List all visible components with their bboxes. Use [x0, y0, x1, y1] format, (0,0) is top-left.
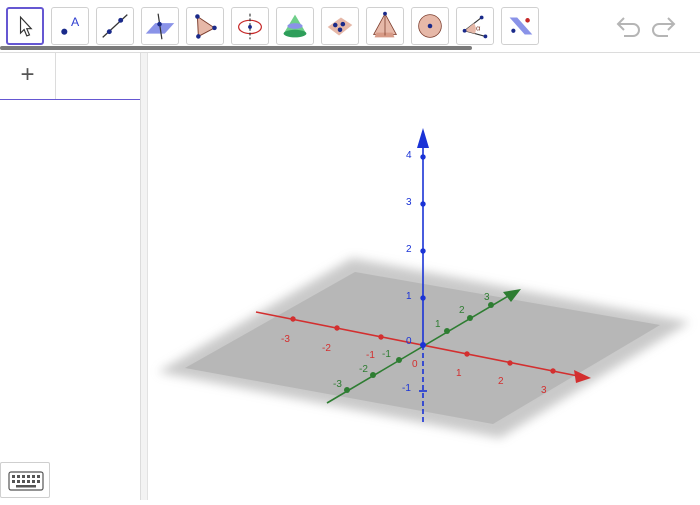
z-tick-label: 1 [406, 291, 412, 302]
y-tick-label: 3 [484, 292, 490, 303]
move-tool-icon [19, 15, 33, 37]
z-tick-label: 4 [406, 150, 412, 161]
reflect-tool-icon [509, 17, 533, 35]
y-tick-label: 2 [459, 305, 465, 316]
z-tick-label: 0 [406, 336, 412, 347]
graphics-3d-canvas: -3 -2 -1 0 1 2 3 -3 -2 -1 1 2 3 -1 0 1 2… [158, 128, 690, 438]
sphere-tool-button[interactable] [411, 7, 449, 45]
x-tick-label: 2 [498, 376, 504, 387]
x-tick-label: -2 [322, 343, 331, 354]
circle-axis-tool-button[interactable] [231, 7, 269, 45]
x-tick-label: 0 [412, 359, 418, 370]
point-tool-button[interactable]: A [51, 7, 89, 45]
cone-tool-icon [283, 14, 307, 38]
sphere-tool-icon [418, 14, 442, 38]
plane-through-points-tool-icon [327, 17, 353, 36]
keyboard-icon [8, 471, 44, 491]
toolbar-scrollbar[interactable] [0, 46, 472, 50]
keyboard-toggle-button[interactable] [0, 462, 50, 498]
svg-text:α: α [476, 24, 481, 33]
line-tool-icon [102, 14, 128, 38]
algebra-input-row[interactable]: + [0, 53, 140, 100]
z-tick-label: -1 [402, 383, 411, 394]
x-tick-label: 3 [541, 385, 547, 396]
svg-text:A: A [71, 15, 80, 29]
z-axis-arrow [417, 128, 429, 148]
y-tick-label: -1 [382, 349, 391, 360]
angle-tool-icon: α [462, 15, 488, 39]
circle-axis-tool-icon [238, 13, 262, 40]
angle-tool-button[interactable]: α [456, 7, 494, 45]
cone-tool-button[interactable] [276, 7, 314, 45]
origin-point [420, 342, 426, 348]
x-tick-label: -1 [366, 350, 375, 361]
z-tick-label: 2 [406, 244, 412, 255]
undo-icon[interactable] [614, 12, 644, 38]
y-tick-label: -3 [333, 379, 342, 390]
graphics-3d-view[interactable]: -3 -2 -1 0 1 2 3 -3 -2 -1 1 2 3 -1 0 1 2… [148, 53, 700, 500]
y-tick-label: -2 [359, 364, 368, 375]
plane-through-points-tool-button[interactable] [321, 7, 359, 45]
z-tick-label: 3 [406, 197, 412, 208]
pyramid-tool-icon [372, 11, 398, 38]
point-tool-icon: A [61, 15, 80, 35]
toolbar: A α [0, 0, 700, 53]
redo-icon[interactable] [648, 12, 678, 38]
move-tool-button[interactable] [6, 7, 44, 45]
add-item-button[interactable]: + [0, 53, 56, 99]
reflect-tool-button[interactable] [501, 7, 539, 45]
perpendicular-line-tool-button[interactable] [141, 7, 179, 45]
x-tick-label: -3 [281, 334, 290, 345]
x-tick-label: 1 [456, 368, 462, 379]
line-tool-button[interactable] [96, 7, 134, 45]
pyramid-tool-button[interactable] [366, 7, 404, 45]
perpendicular-line-tool-icon [145, 13, 175, 40]
algebra-view: + [0, 53, 141, 500]
polygon-tool-icon [195, 14, 217, 39]
y-tick-label: 1 [435, 319, 441, 330]
polygon-tool-button[interactable] [186, 7, 224, 45]
panel-splitter[interactable] [141, 53, 148, 500]
